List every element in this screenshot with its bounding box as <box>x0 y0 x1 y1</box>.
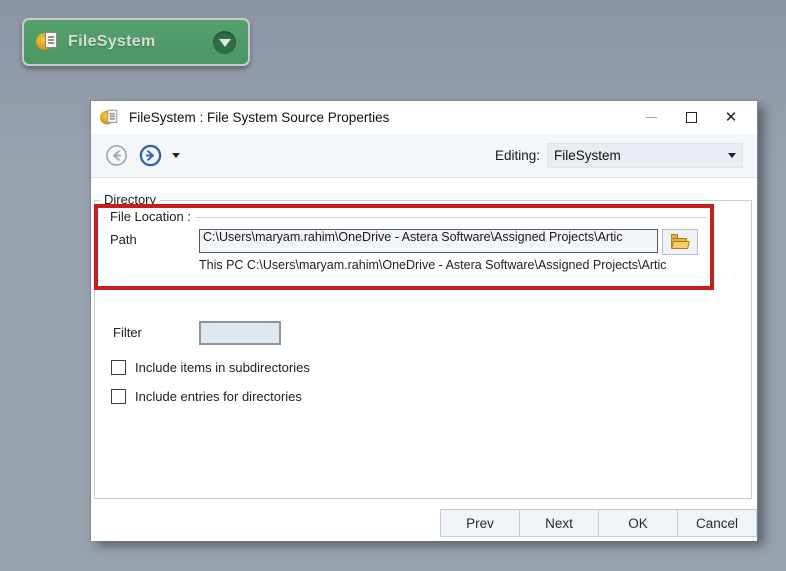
include-directory-entries-option[interactable]: Include entries for directories <box>111 389 302 404</box>
back-button[interactable] <box>105 144 128 167</box>
window-controls: ✕ <box>631 104 751 132</box>
filesystem-node[interactable]: FileSystem <box>22 18 250 66</box>
node-label: FileSystem <box>68 33 156 50</box>
file-system-source-properties-dialog: FileSystem : File System Source Properti… <box>90 100 758 541</box>
forward-button[interactable] <box>139 144 162 167</box>
ok-button[interactable]: OK <box>598 509 678 537</box>
close-button[interactable]: ✕ <box>711 104 751 132</box>
editing-object-select[interactable]: FileSystem <box>547 143 743 168</box>
prev-button[interactable]: Prev <box>440 509 520 537</box>
directory-group: Directory File Location : Path C:\Users\… <box>94 192 752 499</box>
filesystem-doc-icon <box>100 108 118 126</box>
checkbox-icon[interactable] <box>111 360 126 375</box>
checkbox-label: Include items in subdirectories <box>135 360 310 375</box>
dialog-titlebar[interactable]: FileSystem : File System Source Properti… <box>91 101 757 134</box>
editing-object-value: FileSystem <box>554 148 621 163</box>
maximize-icon <box>685 112 697 123</box>
chevron-down-icon <box>218 38 231 47</box>
dialog-content: Directory File Location : Path C:\Users\… <box>91 178 757 541</box>
cancel-button[interactable]: Cancel <box>677 509 757 537</box>
dialog-footer: Prev Next OK Cancel <box>91 509 757 539</box>
include-subdirectories-option[interactable]: Include items in subdirectories <box>111 360 310 375</box>
dialog-toolbar: Editing: FileSystem <box>91 134 757 178</box>
editing-section: Editing: FileSystem <box>495 143 743 168</box>
minimize-button[interactable] <box>631 104 671 132</box>
path-input[interactable]: C:\Users\maryam.rahim\OneDrive - Astera … <box>199 229 658 253</box>
minimize-icon <box>645 117 657 118</box>
file-location-label: File Location : <box>106 209 195 224</box>
folder-icon <box>671 233 690 249</box>
path-label: Path <box>110 232 137 247</box>
red-highlight-box: File Location : Path C:\Users\maryam.rah… <box>94 204 714 290</box>
checkbox-label: Include entries for directories <box>135 389 302 404</box>
editing-label: Editing: <box>494 148 540 163</box>
checkbox-icon[interactable] <box>111 389 126 404</box>
next-button[interactable]: Next <box>519 509 599 537</box>
resolved-path-text: This PC C:\Users\maryam.rahim\OneDrive -… <box>199 258 667 272</box>
close-icon: ✕ <box>724 109 738 126</box>
browse-folder-button[interactable] <box>662 229 698 255</box>
node-dropdown-button[interactable] <box>213 30 236 54</box>
maximize-button[interactable] <box>671 104 711 132</box>
filesystem-doc-icon <box>36 31 58 53</box>
filter-label: Filter <box>113 325 142 340</box>
filter-input[interactable] <box>199 321 281 345</box>
dialog-title: FileSystem : File System Source Properti… <box>129 110 390 125</box>
forward-dropdown-chevron-down-icon[interactable] <box>172 153 180 158</box>
chevron-down-icon <box>728 153 736 158</box>
